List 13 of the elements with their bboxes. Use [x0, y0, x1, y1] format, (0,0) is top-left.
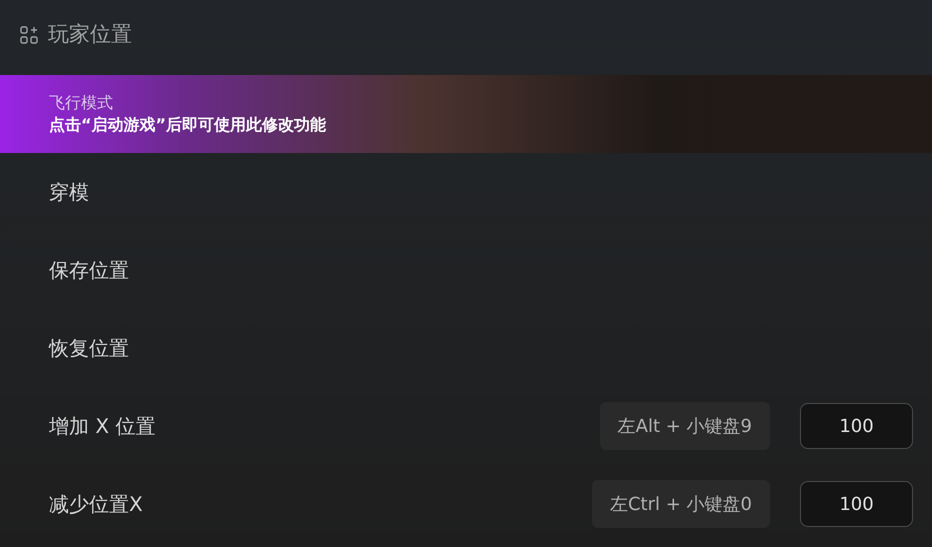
notice-title: 飞行模式	[49, 92, 114, 114]
notice-message: 点击“启动游戏”后即可使用此修改功能	[49, 114, 328, 136]
option-label: 保存位置	[49, 257, 130, 284]
section-title: 玩家位置	[48, 21, 132, 48]
hotkey-button[interactable]: 左Ctrl + 小键盘0	[592, 480, 770, 528]
option-label: 减少位置X	[49, 491, 144, 518]
option-label: 穿模	[49, 179, 90, 206]
widgets-icon	[20, 26, 38, 44]
option-label: 增加 X 位置	[49, 413, 156, 440]
option-label: 恢复位置	[49, 335, 130, 362]
value-field[interactable]: 100	[800, 481, 913, 527]
hotkey-button[interactable]: 左Alt + 小键盘9	[600, 402, 770, 450]
value-field[interactable]: 100	[800, 403, 913, 449]
